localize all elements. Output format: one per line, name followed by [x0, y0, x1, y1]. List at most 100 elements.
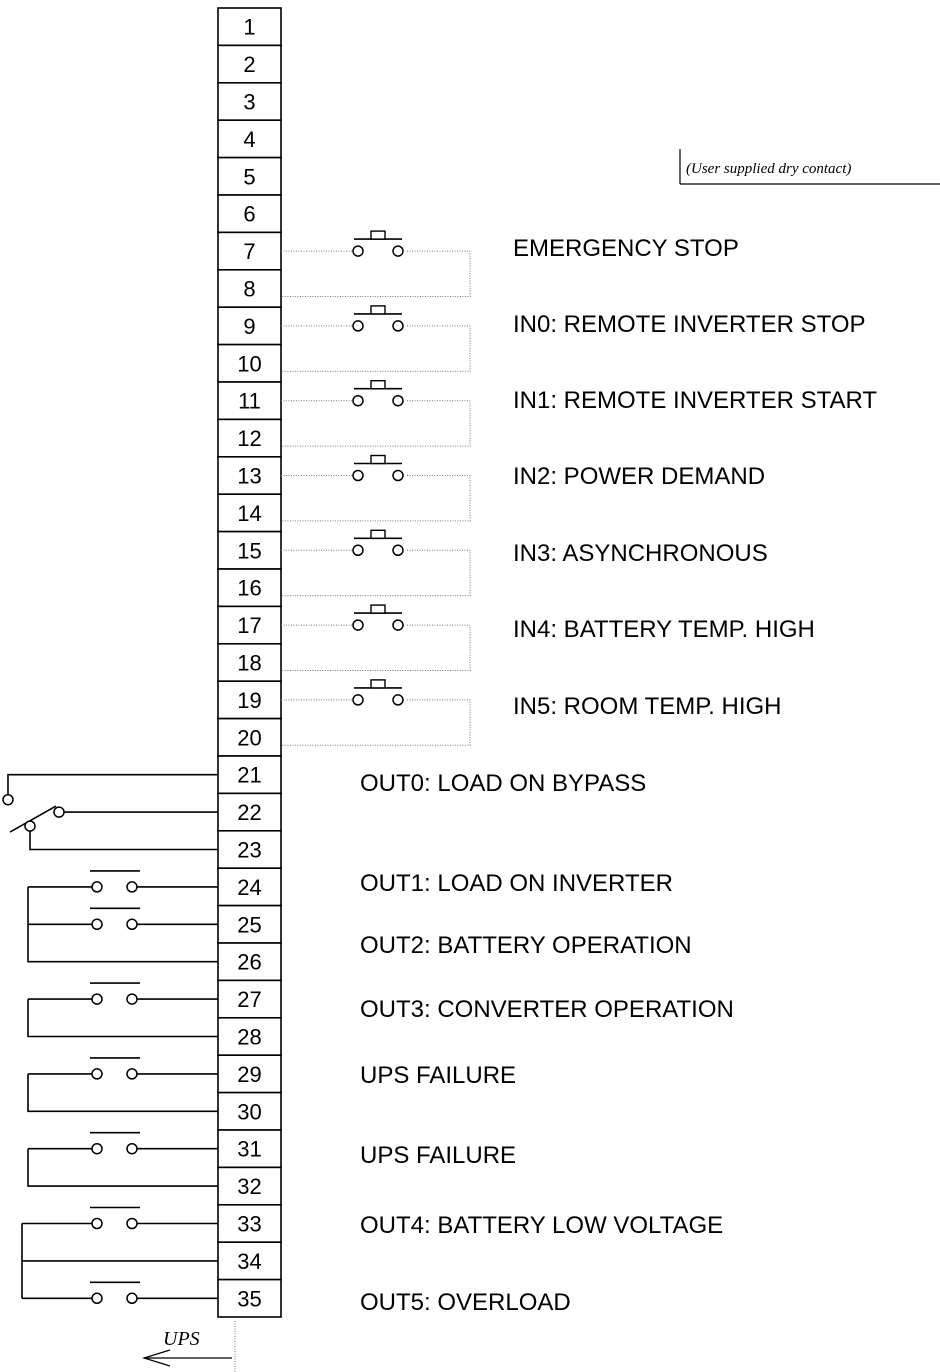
terminal-21: 21 — [217, 755, 282, 795]
terminal-number: 11 — [238, 389, 261, 414]
output-contact-27-28 — [27, 982, 218, 1038]
terminal-number: 5 — [243, 164, 255, 189]
terminal-20: 20 — [217, 717, 282, 757]
input-contact-11-12 — [281, 380, 471, 447]
terminal-13: 13 — [217, 455, 282, 495]
terminal-number: 1 — [243, 15, 255, 40]
contact-terminal — [392, 619, 404, 631]
output-contact-29-30 — [27, 1057, 218, 1113]
terminal-15: 15 — [217, 530, 282, 570]
contact-terminal — [126, 918, 138, 931]
terminal-11: 11 — [217, 381, 282, 421]
output-labels: OUT0: LOAD ON BYPASS OUT1: LOAD ON INVER… — [360, 770, 734, 1316]
input-wire — [281, 400, 471, 447]
push-button-icon — [370, 604, 386, 614]
input-wire — [281, 250, 471, 297]
terminal-number: 19 — [237, 688, 261, 713]
output-wire — [7, 773, 218, 795]
terminal-wiring-diagram: 1234567891011121314151617181920212223242… — [2, 7, 940, 1372]
terminal-number: 14 — [237, 501, 261, 526]
terminal-14: 14 — [217, 493, 282, 533]
contact-terminal — [91, 1292, 103, 1305]
output-label-out0: OUT0: LOAD ON BYPASS — [360, 770, 646, 797]
input-contact-19-20 — [281, 679, 471, 746]
terminal-1: 1 — [217, 7, 282, 47]
push-button-icon — [370, 679, 386, 689]
output-label-ups-failure-2: UPS FAILURE — [360, 1142, 516, 1169]
terminal-number: 26 — [237, 950, 261, 975]
terminal-number: 23 — [237, 838, 261, 863]
input-label-in0: IN0: REMOTE INVERTER STOP — [513, 311, 866, 338]
terminal-25: 25 — [217, 904, 282, 944]
input-contact-13-14 — [281, 454, 471, 522]
terminal-4: 4 — [217, 119, 282, 159]
terminal-strip: 1234567891011121314151617181920212223242… — [217, 7, 282, 1318]
ups-arrow: UPS — [141, 1321, 236, 1372]
contact-terminal — [352, 544, 364, 557]
input-wire — [281, 699, 471, 746]
ups-label: UPS — [163, 1328, 200, 1350]
output-label-out3: OUT3: CONVERTER OPERATION — [360, 996, 734, 1023]
dry-contact-note-text: (User supplied dry contact) — [686, 161, 851, 177]
terminal-17: 17 — [217, 605, 282, 645]
contact-terminal — [352, 394, 364, 407]
terminal-24: 24 — [217, 867, 282, 907]
output-contact-24-26 — [27, 870, 218, 963]
terminal-23: 23 — [217, 829, 282, 869]
output-label-out1: OUT1: LOAD ON INVERTER — [360, 870, 673, 897]
output-contact-33-35 — [21, 1206, 218, 1305]
terminal-number: 35 — [237, 1286, 261, 1311]
terminal-30: 30 — [217, 1091, 282, 1131]
input-wire — [281, 549, 471, 597]
terminal-number: 22 — [237, 800, 261, 825]
output-contact-31-32 — [27, 1131, 218, 1187]
contact-terminal — [126, 993, 138, 1005]
terminal-number: 24 — [237, 875, 261, 900]
terminal-number: 13 — [237, 464, 261, 489]
contact-terminal — [126, 1142, 138, 1155]
input-label-emergency-stop: EMERGENCY STOP — [513, 235, 739, 262]
terminal-number: 28 — [237, 1025, 261, 1050]
terminal-number: 4 — [243, 127, 255, 152]
contact-terminal — [392, 245, 404, 257]
input-label-in1: IN1: REMOTE INVERTER START — [513, 387, 877, 414]
input-wire — [281, 624, 471, 671]
output-wire — [27, 999, 218, 1038]
input-contact-17-18 — [281, 604, 471, 671]
output-wire — [27, 1148, 218, 1187]
contact-terminal — [352, 245, 364, 257]
terminal-number: 32 — [237, 1174, 261, 1199]
terminal-8: 8 — [217, 268, 282, 308]
contact-terminal — [91, 1217, 103, 1230]
push-button-icon — [370, 230, 386, 240]
terminal-12: 12 — [217, 418, 282, 458]
output-label-out5: OUT5: OVERLOAD — [360, 1289, 571, 1316]
terminal-35: 35 — [217, 1278, 282, 1318]
push-button-icon — [370, 380, 386, 390]
terminal-31: 31 — [217, 1129, 282, 1169]
terminal-number: 29 — [237, 1062, 261, 1087]
output-wiring — [2, 773, 218, 1305]
input-contact-15-16 — [281, 529, 471, 597]
terminal-number: 8 — [243, 277, 255, 302]
terminal-number: 31 — [237, 1137, 261, 1162]
contact-terminal — [91, 1068, 103, 1080]
terminal-number: 16 — [237, 576, 261, 601]
terminal-number: 15 — [237, 538, 261, 563]
terminal-number: 6 — [243, 202, 255, 227]
contact-terminal — [126, 881, 138, 893]
output-label-out2: OUT2: BATTERY OPERATION — [360, 932, 692, 959]
terminal-34: 34 — [217, 1241, 282, 1281]
terminal-5: 5 — [217, 156, 282, 196]
output-wire — [21, 1223, 218, 1262]
contact-terminal — [91, 918, 103, 931]
input-label-in5: IN5: ROOM TEMP. HIGH — [513, 693, 782, 720]
terminal-number: 20 — [237, 725, 261, 750]
terminal-number: 7 — [243, 239, 255, 264]
terminal-number: 34 — [237, 1249, 261, 1274]
input-wire — [281, 325, 471, 372]
contact-terminal — [53, 806, 65, 818]
input-wiring — [281, 230, 471, 746]
terminal-29: 29 — [217, 1054, 282, 1094]
terminal-number: 27 — [237, 987, 261, 1012]
